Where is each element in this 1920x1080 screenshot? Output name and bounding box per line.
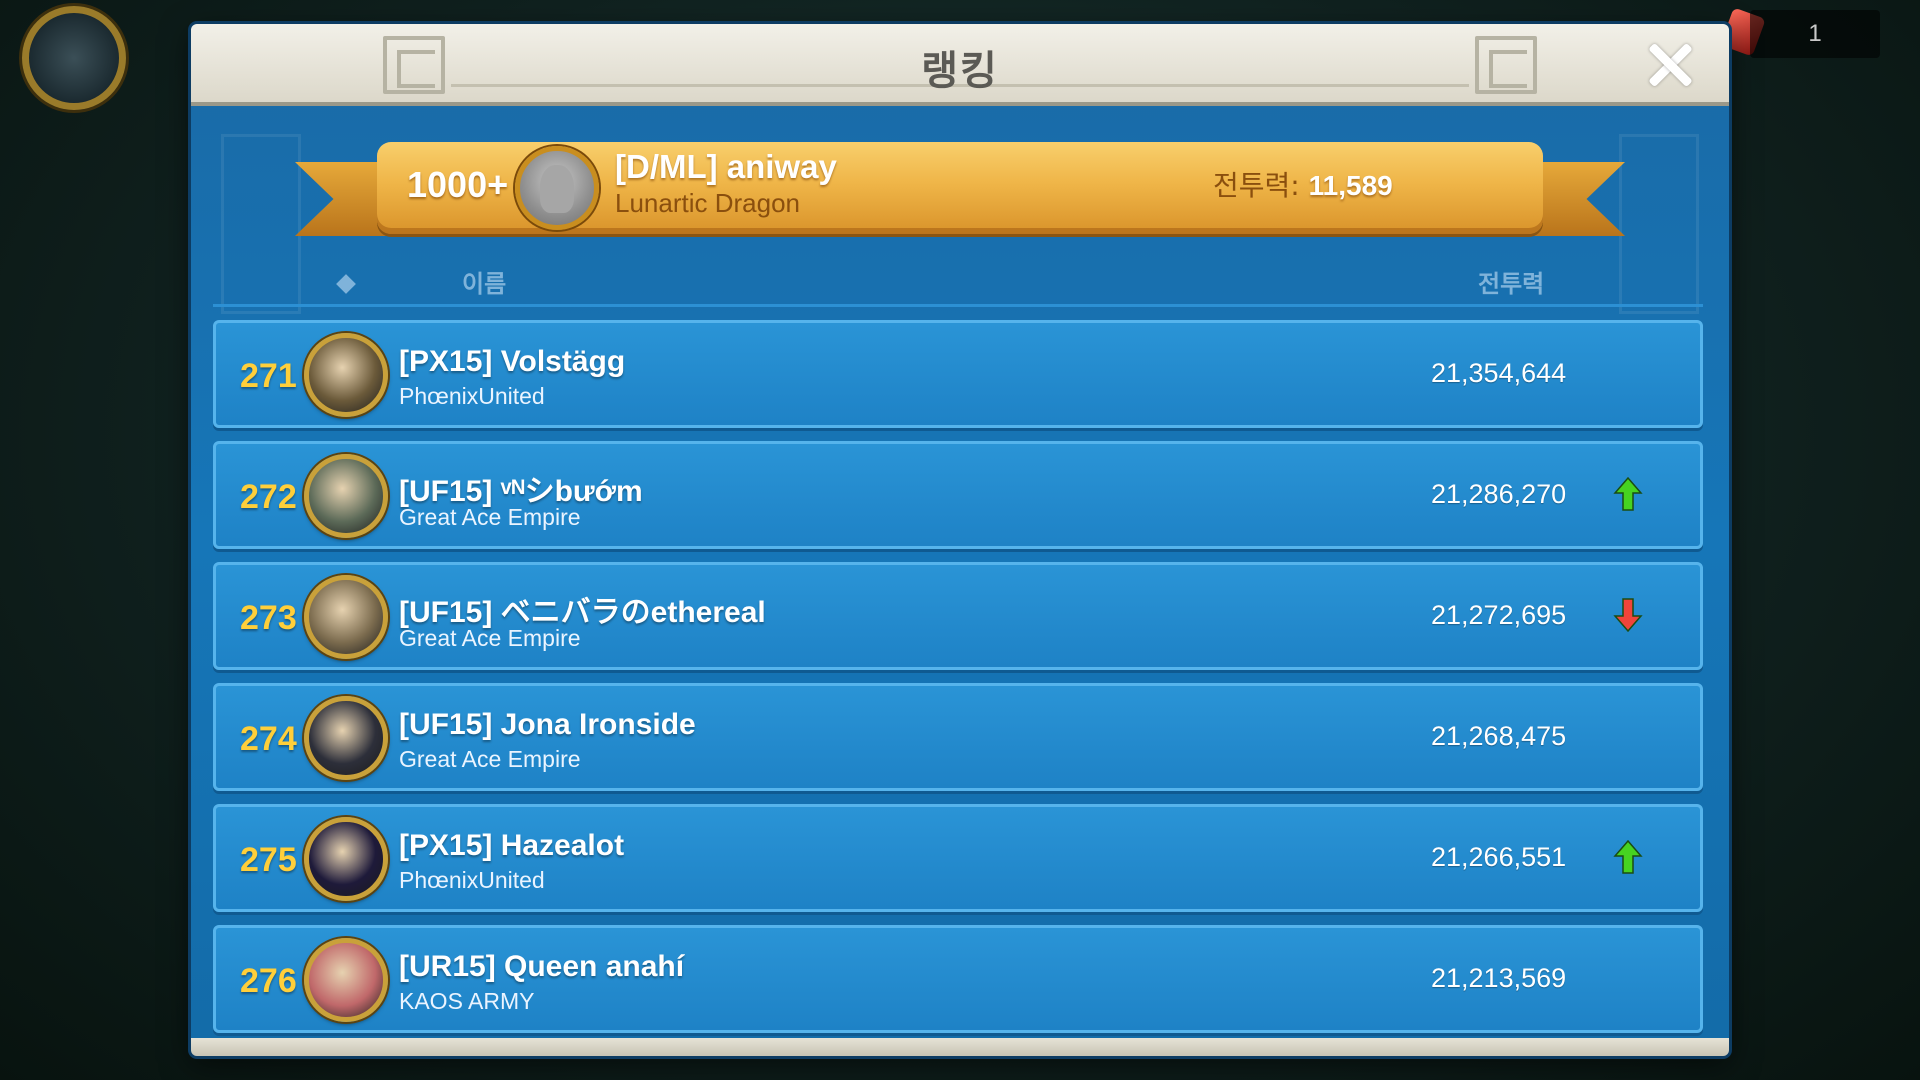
own-power-label: 전투력: [1213, 169, 1300, 202]
ranking-list[interactable]: 271 [PX15] Volstägg PhœnixUnited 21,354,644… [213, 320, 1703, 1056]
column-header-power: 전투력 [1478, 270, 1545, 298]
guild-name: PhœnixUnited [399, 383, 545, 409]
ranking-row[interactable]: 274 [UF15] Jona Ironside Great Ace Empire 2… [213, 683, 1703, 791]
own-guild-name: Lunartic Dragon [615, 188, 800, 218]
own-rank-banner: 1000+ [D/ML] aniway Lunartic Dragon 전투력:… [295, 132, 1625, 252]
close-button[interactable] [1645, 40, 1695, 90]
modal-footer [191, 1038, 1729, 1056]
resource-counter: 1 [1750, 10, 1880, 58]
ranking-row[interactable]: 273 [UF15] ベニバラのethereal Great Ace Empire 2… [213, 562, 1703, 670]
modal-header: 랭킹 [191, 24, 1729, 106]
row-rank-number: 275 [240, 841, 297, 879]
player-power: 21,266,551 [1431, 842, 1567, 872]
resource-counter-value: 1 [1808, 20, 1822, 47]
guild-name: PhœnixUnited [399, 867, 545, 893]
player-power: 21,268,475 [1431, 721, 1567, 751]
row-rank-number: 273 [240, 599, 297, 637]
player-avatar-background [22, 6, 126, 110]
column-divider [213, 304, 1703, 307]
ranking-row[interactable]: 271 [PX15] Volstägg PhœnixUnited 21,354,644 [213, 320, 1703, 428]
arrow-up-icon [1613, 476, 1643, 511]
player-power: 21,213,569 [1431, 963, 1567, 993]
rank-column-diamond-icon [336, 274, 356, 294]
player-avatar[interactable] [304, 575, 388, 659]
ranking-row[interactable]: 272 [UF15] ᵛᴺシbướm Great Ace Empire 21,286,… [213, 441, 1703, 549]
decorative-pattern [221, 134, 301, 314]
player-avatar[interactable] [304, 817, 388, 901]
player-power: 21,272,695 [1431, 600, 1567, 630]
player-name: [PX15] Volstägg [399, 345, 626, 378]
row-rank-number: 271 [240, 357, 297, 395]
row-rank-number: 272 [240, 478, 297, 516]
player-avatar[interactable] [304, 454, 388, 538]
player-avatar[interactable] [304, 938, 388, 1022]
player-power: 21,354,644 [1431, 358, 1567, 388]
guild-name: KAOS ARMY [399, 988, 535, 1014]
modal-title: 랭킹 [921, 48, 999, 94]
own-power-value: 11,589 [1308, 170, 1393, 201]
guild-name: Great Ace Empire [399, 746, 581, 772]
ranking-modal: 랭킹 1000+ [D/ML] aniway Lunartic Dragon 전… [191, 24, 1729, 1056]
player-power: 21,286,270 [1431, 479, 1567, 509]
decorative-pattern [1619, 134, 1699, 314]
arrow-down-icon [1613, 598, 1643, 633]
own-power: 전투력: 11,589 [1213, 164, 1393, 204]
ranking-row[interactable]: 275 [PX15] Hazealot PhœnixUnited 21,266,551 [213, 804, 1703, 912]
row-rank-number: 276 [240, 962, 297, 1000]
column-header-name: 이름 [462, 270, 507, 298]
player-name: [UF15] Jona Ironside [399, 708, 696, 741]
player-avatar[interactable] [304, 333, 388, 417]
guild-name: Great Ace Empire [399, 625, 581, 651]
own-rank-card[interactable]: 1000+ [D/ML] aniway Lunartic Dragon 전투력:… [377, 142, 1543, 234]
player-name: [PX15] Hazealot [399, 829, 625, 862]
ranking-row[interactable]: 276 [UR15] Queen anahí KAOS ARMY 21,213,569 [213, 925, 1703, 1033]
arrow-up-icon [1613, 839, 1643, 874]
own-avatar [515, 146, 599, 230]
own-player-name: [D/ML] aniway [615, 148, 837, 185]
player-name: [UR15] Queen anahí [399, 950, 685, 983]
guild-name: Great Ace Empire [399, 504, 581, 530]
own-rank-number: 1000+ [407, 164, 509, 205]
player-avatar[interactable] [304, 696, 388, 780]
row-rank-number: 274 [240, 720, 297, 758]
